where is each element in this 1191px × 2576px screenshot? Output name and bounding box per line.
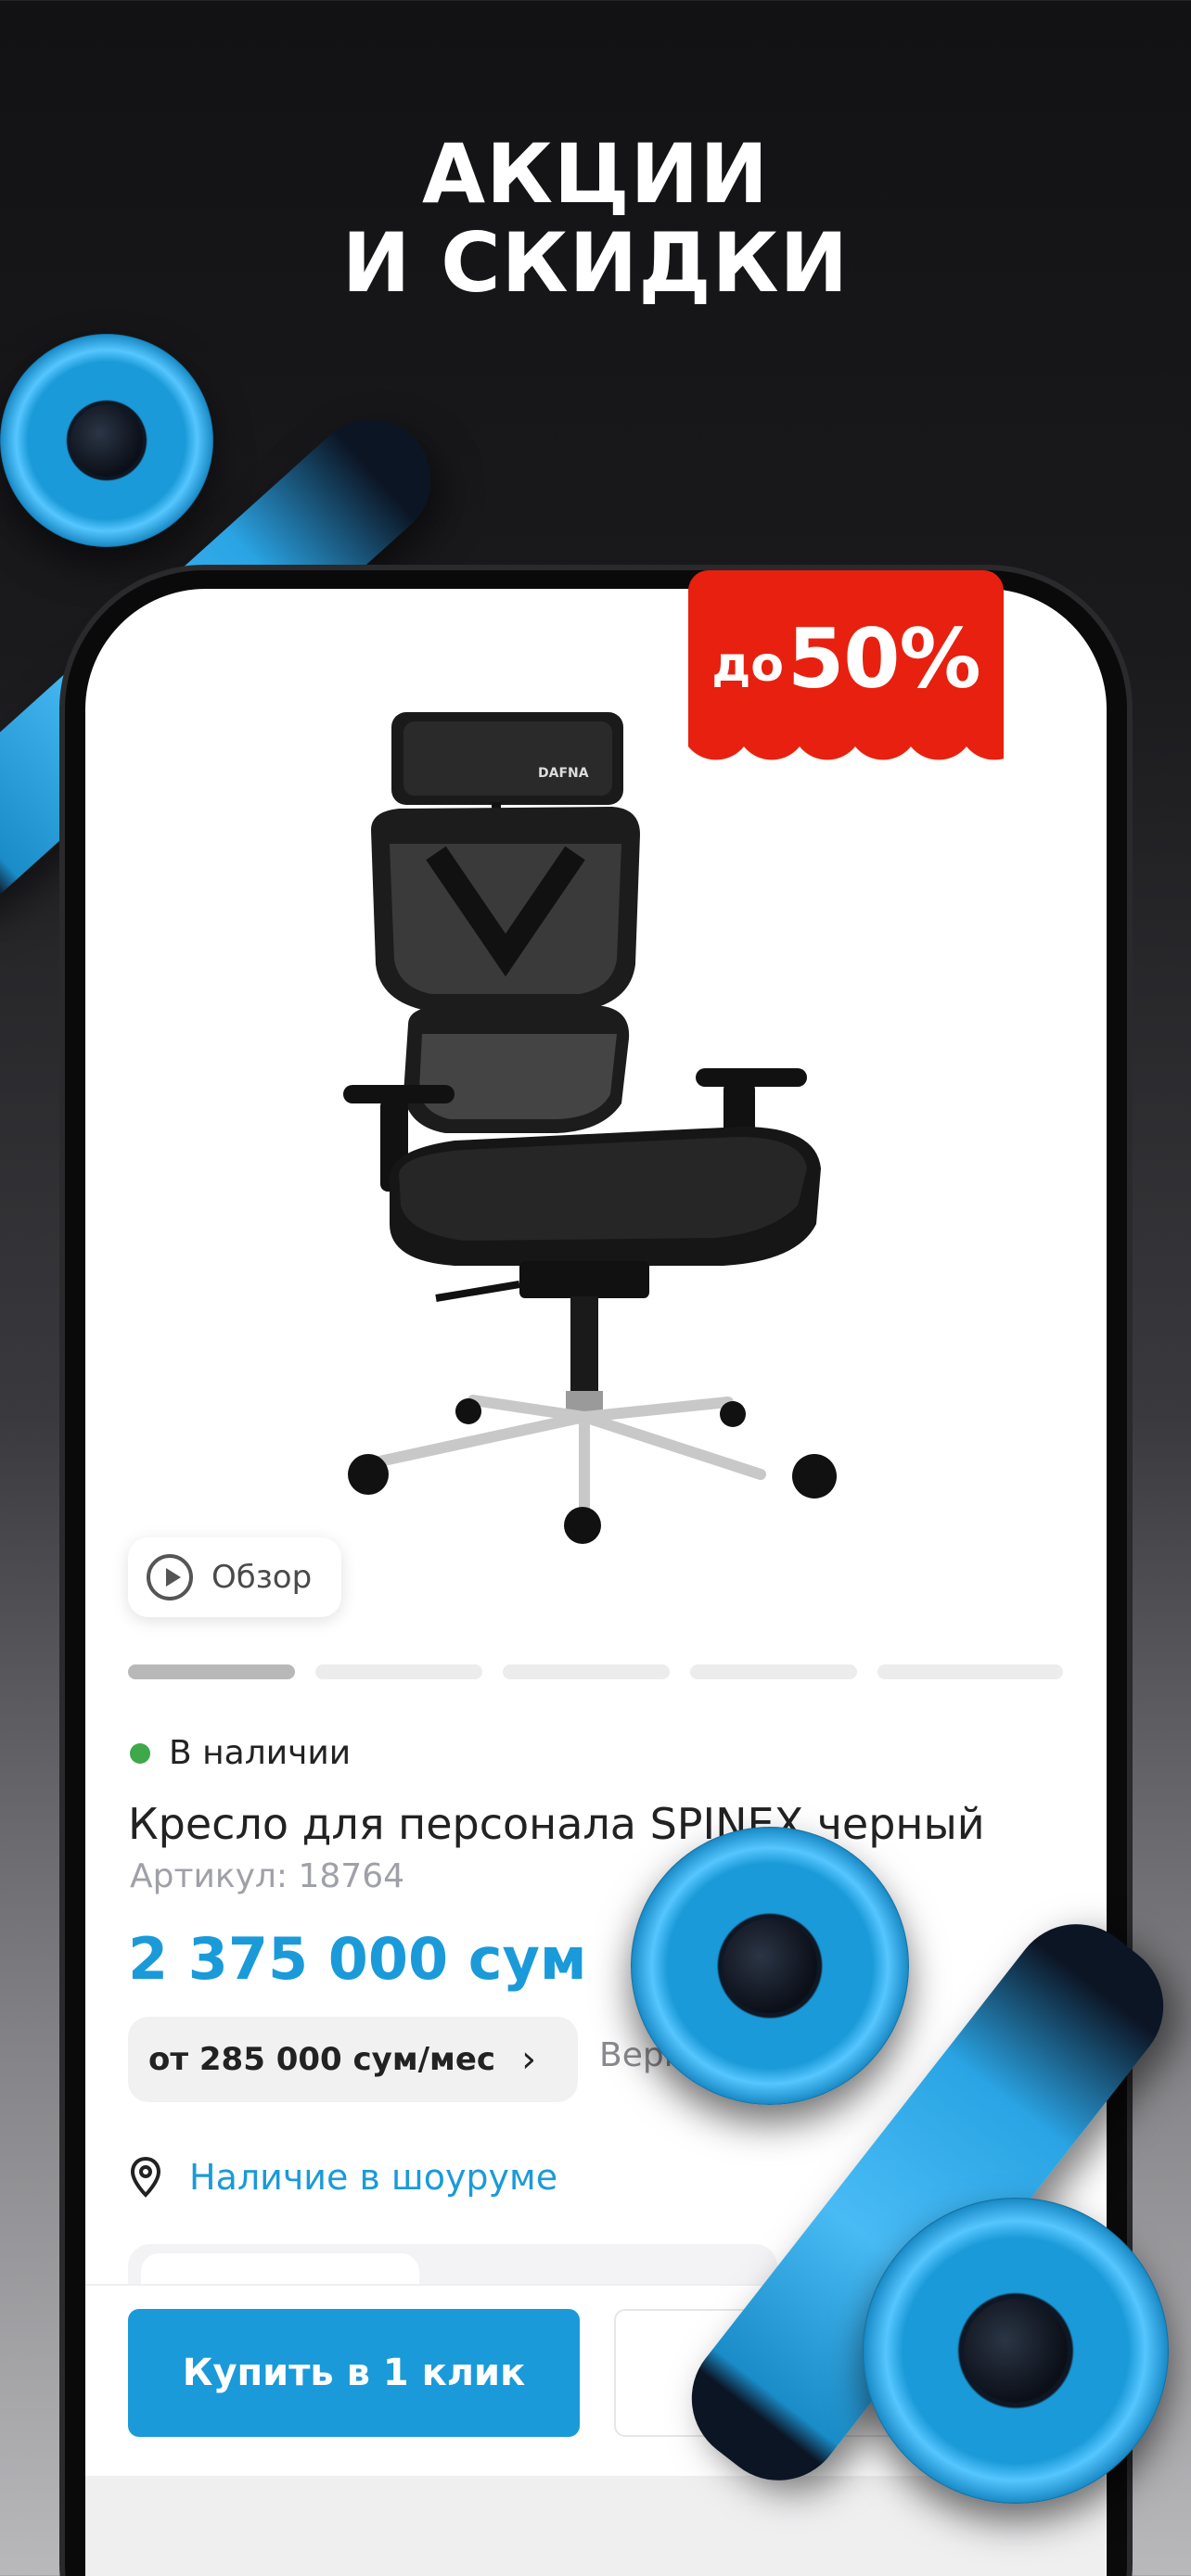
sale-badge-value: 50% xyxy=(788,610,981,707)
stock-label: В наличии xyxy=(169,1734,352,1772)
review-button[interactable]: Обзор xyxy=(128,1537,341,1617)
gallery-dot[interactable] xyxy=(877,1664,1063,1679)
installment-button[interactable]: от 285 000 сум/мес › xyxy=(128,2017,578,2102)
promo-line-1: АКЦИИ xyxy=(422,126,769,222)
promo-line-2: И СКИДКИ xyxy=(341,215,850,311)
installment-label: от 285 000 сум/мес xyxy=(148,2041,496,2078)
location-pin-icon xyxy=(130,2157,161,2198)
percent-3d-icon xyxy=(612,1808,1191,2531)
sale-badge-prefix: до xyxy=(711,637,785,693)
gallery-dot[interactable] xyxy=(503,1664,670,1679)
review-label: Обзор xyxy=(211,1559,313,1596)
stock-status: В наличии xyxy=(130,1734,351,1772)
gallery-dot[interactable] xyxy=(128,1664,295,1679)
chair-brand-text: DAFNA xyxy=(538,766,589,781)
showroom-link[interactable]: Наличие в шоуруме xyxy=(130,2157,557,2198)
in-stock-indicator xyxy=(130,1742,150,1764)
chevron-right-icon: › xyxy=(521,2038,537,2081)
buy-one-click-button[interactable]: Купить в 1 клик xyxy=(128,2309,580,2437)
product-price: 2 375 000 сум xyxy=(128,1925,587,1993)
showroom-label: Наличие в шоуруме xyxy=(189,2157,558,2198)
gallery-pagination xyxy=(128,1664,1063,1679)
play-icon xyxy=(147,1554,193,1600)
product-image[interactable]: DAFNA xyxy=(334,705,853,1549)
product-sku: Артикул: 18764 xyxy=(130,1857,404,1895)
gallery-dot[interactable] xyxy=(690,1664,857,1679)
promo-headline: АКЦИИ И СКИДКИ xyxy=(0,130,1191,308)
gallery-dot[interactable] xyxy=(315,1664,482,1679)
